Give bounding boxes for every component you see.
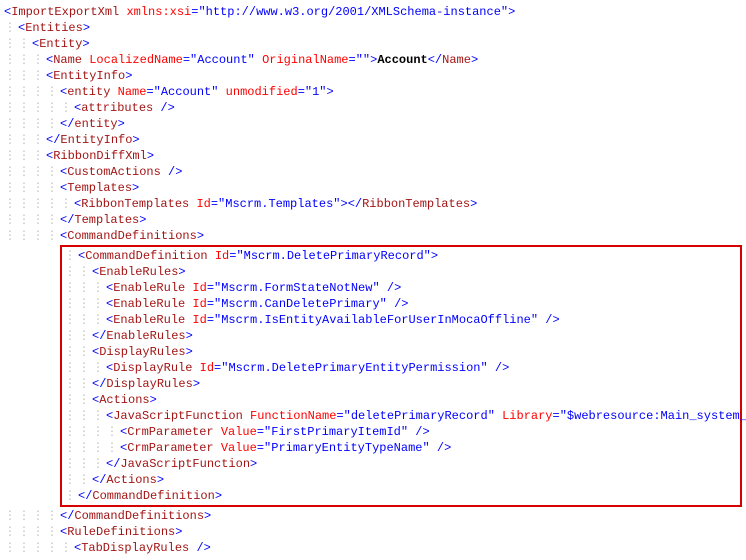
xml-line: ⋮⋮<Actions>	[64, 392, 738, 408]
xml-viewer: <ImportExportXml xmlns:xsi="http://www.w…	[4, 4, 742, 556]
xml-line: ⋮</CommandDefinition>	[64, 488, 738, 504]
xml-line: ⋮⋮⋮<JavaScriptFunction FunctionName="del…	[64, 408, 738, 424]
xml-line: ⋮⋮⋮<Name LocalizedName="Account" Origina…	[4, 52, 742, 68]
xml-line: ⋮⋮<DisplayRules>	[64, 344, 738, 360]
xml-line: ⋮⋮</EnableRules>	[64, 328, 738, 344]
xml-line: <ImportExportXml xmlns:xsi="http://www.w…	[4, 4, 742, 20]
xml-line: ⋮⋮⋮</JavaScriptFunction>	[64, 456, 738, 472]
xml-line: ⋮⋮⋮⋮</CommandDefinitions>	[4, 508, 742, 524]
xml-line: ⋮⋮⋮⋮<CommandDefinitions>	[4, 228, 742, 244]
xml-line: ⋮⋮</Actions>	[64, 472, 738, 488]
xml-line: ⋮⋮⋮⋮⋮<attributes />	[4, 100, 742, 116]
highlighted-block: ⋮<CommandDefinition Id="Mscrm.DeletePrim…	[60, 245, 742, 507]
xml-line: ⋮⋮⋮⋮</entity>	[4, 116, 742, 132]
xml-line: ⋮⋮⋮⋮<CrmParameter Value="PrimaryEntityTy…	[64, 440, 738, 456]
xml-line: ⋮⋮⋮⋮</Templates>	[4, 212, 742, 228]
xml-line: ⋮⋮⋮⋮<Templates>	[4, 180, 742, 196]
xml-line: ⋮⋮⋮<EnableRule Id="Mscrm.CanDeletePrimar…	[64, 296, 738, 312]
xml-line: ⋮<CommandDefinition Id="Mscrm.DeletePrim…	[64, 248, 738, 264]
xml-line: ⋮⋮⋮<EnableRule Id="Mscrm.IsEntityAvailab…	[64, 312, 738, 328]
xml-line: ⋮<Entities>	[4, 20, 742, 36]
xml-line: ⋮⋮⋮⋮<CrmParameter Value="FirstPrimaryIte…	[64, 424, 738, 440]
xml-line: ⋮⋮⋮<RibbonDiffXml>	[4, 148, 742, 164]
xml-line: ⋮⋮<EnableRules>	[64, 264, 738, 280]
xml-line: ⋮⋮⋮⋮⋮<TabDisplayRules />	[4, 540, 742, 556]
xml-line: ⋮⋮⋮⋮⋮<RibbonTemplates Id="Mscrm.Template…	[4, 196, 742, 212]
xml-line: ⋮⋮<Entity>	[4, 36, 742, 52]
xml-line: ⋮⋮⋮<DisplayRule Id="Mscrm.DeletePrimaryE…	[64, 360, 738, 376]
xml-line: ⋮⋮⋮⋮<entity Name="Account" unmodified="1…	[4, 84, 742, 100]
xml-line: ⋮⋮⋮⋮<CustomActions />	[4, 164, 742, 180]
xml-line: ⋮⋮⋮</EntityInfo>	[4, 132, 742, 148]
xml-line: ⋮⋮⋮<EntityInfo>	[4, 68, 742, 84]
xml-line: ⋮⋮</DisplayRules>	[64, 376, 738, 392]
xml-line: ⋮⋮⋮<EnableRule Id="Mscrm.FormStateNotNew…	[64, 280, 738, 296]
